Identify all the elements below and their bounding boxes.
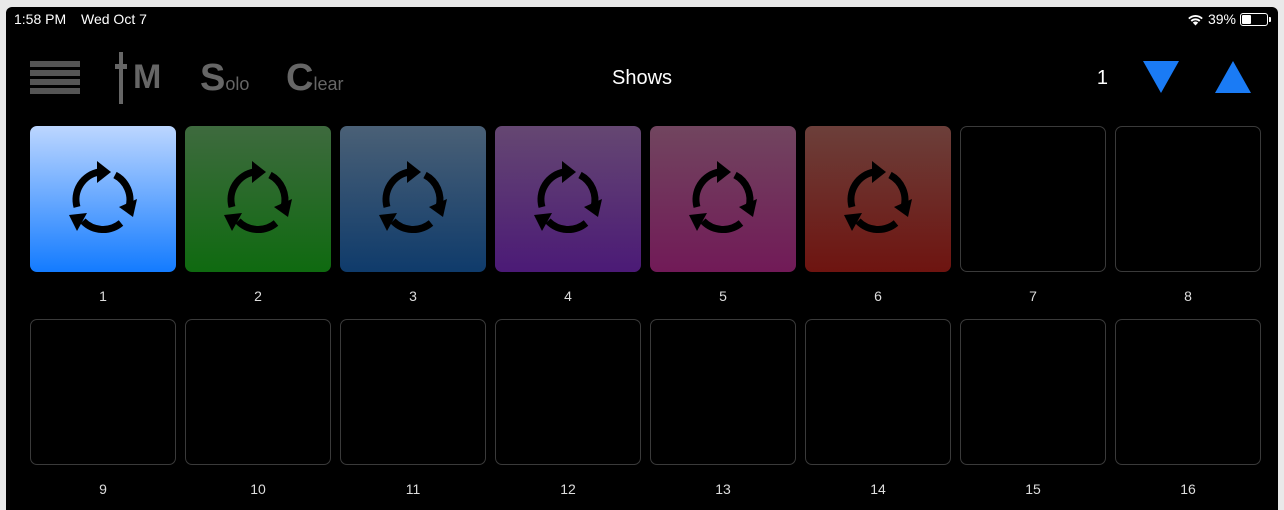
pad-number-label: 4 xyxy=(564,288,572,304)
pad-number-label: 15 xyxy=(1025,481,1041,497)
cycle-arrows-icon xyxy=(534,161,602,233)
pad-16[interactable] xyxy=(1115,319,1261,465)
pad-number-label: 6 xyxy=(874,288,882,304)
pad-number-label: 3 xyxy=(409,288,417,304)
pad-15[interactable] xyxy=(960,319,1106,465)
cycle-arrows-icon xyxy=(844,161,912,233)
cycle-arrows-icon xyxy=(379,161,447,233)
wifi-icon xyxy=(1188,14,1203,25)
pad-3[interactable] xyxy=(340,126,486,272)
pad-number-label: 5 xyxy=(719,288,727,304)
pad-2[interactable] xyxy=(185,126,331,272)
page-down-triangle-icon[interactable] xyxy=(1141,59,1181,95)
pad-number-label: 1 xyxy=(99,288,107,304)
pad-7[interactable] xyxy=(960,126,1106,272)
page-up-triangle-icon[interactable] xyxy=(1213,59,1253,95)
pad-13[interactable] xyxy=(650,319,796,465)
cycle-arrows-icon xyxy=(689,161,757,233)
cycle-arrows-icon xyxy=(224,161,292,233)
pad-number-label: 16 xyxy=(1180,481,1196,497)
pad-10[interactable] xyxy=(185,319,331,465)
status-bar: 1:58 PM Wed Oct 7 39% xyxy=(6,7,1278,33)
status-right: 39% xyxy=(1187,11,1271,27)
battery-icon xyxy=(1240,12,1271,26)
pad-4[interactable] xyxy=(495,126,641,272)
battery-percent: 39% xyxy=(1207,11,1236,27)
pad-11[interactable] xyxy=(340,319,486,465)
pad-number-label: 11 xyxy=(405,481,421,497)
pad-number-label: 13 xyxy=(715,481,731,497)
pad-number-label: 10 xyxy=(250,481,266,497)
pad-number-label: 14 xyxy=(870,481,886,497)
pad-14[interactable] xyxy=(805,319,951,465)
pad-number-label: 9 xyxy=(99,481,107,497)
status-time: 1:58 PM xyxy=(14,11,67,27)
pad-1[interactable] xyxy=(30,126,176,272)
pad-number-label: 12 xyxy=(560,481,576,497)
pad-12[interactable] xyxy=(495,319,641,465)
pad-number-label: 2 xyxy=(254,288,262,304)
toolbar: M Solo Clear Shows 1 xyxy=(6,47,1278,107)
pad-number-label: 7 xyxy=(1029,288,1037,304)
pad-8[interactable] xyxy=(1115,126,1261,272)
pad-9[interactable] xyxy=(30,319,176,465)
app-screen: 1:58 PM Wed Oct 7 39% M Solo Clear Shows xyxy=(6,7,1278,510)
pad-number-label: 8 xyxy=(1184,288,1192,304)
pad-6[interactable] xyxy=(805,126,951,272)
pad-5[interactable] xyxy=(650,126,796,272)
cycle-arrows-icon xyxy=(69,161,137,233)
page-number: 1 xyxy=(1096,67,1108,89)
page-title: Shows xyxy=(611,67,673,89)
status-date: Wed Oct 7 xyxy=(81,11,147,27)
